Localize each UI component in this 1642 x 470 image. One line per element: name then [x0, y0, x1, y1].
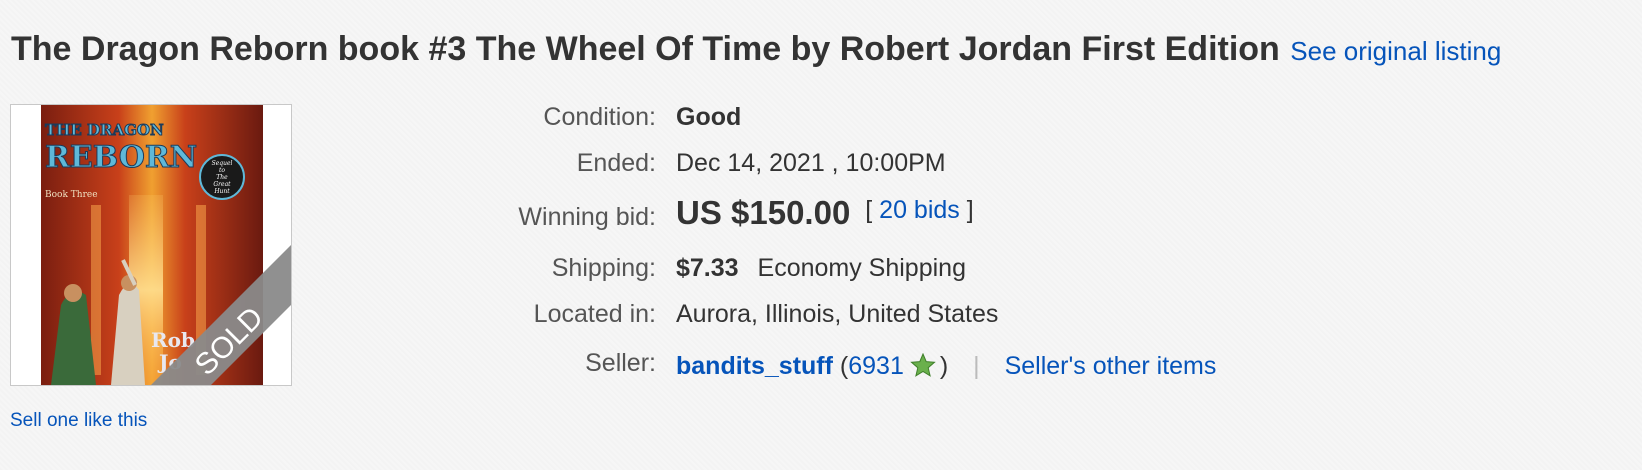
feedback-paren-open: (: [839, 352, 849, 380]
feedback-score-link[interactable]: 6931: [848, 352, 904, 380]
shipping-cost: $7.33: [676, 254, 739, 282]
shipping-value: $7.33 Economy Shipping: [676, 254, 966, 283]
sell-one-like-this-link[interactable]: Sell one like this: [10, 410, 147, 432]
winning-bid-value: US $150.00 [ 20 bids ]: [676, 194, 974, 232]
winning-bid-price: US $150.00: [676, 194, 851, 231]
seller-value: bandits_stuff (6931) | Seller's other it…: [676, 352, 1216, 384]
feedback-star-icon: [910, 352, 936, 384]
feedback-paren-close: ): [939, 352, 949, 380]
item-image[interactable]: THE DRAGON REBORN Sequel to The Great Hu…: [10, 104, 292, 386]
shipping-method: Economy Shipping: [757, 254, 966, 282]
bids-bracket-open: [: [865, 196, 873, 224]
condition-value: Good: [676, 103, 742, 131]
shipping-label: Shipping:: [551, 254, 656, 282]
see-original-listing-link[interactable]: See original listing: [1290, 36, 1501, 66]
winning-bid-label: Winning bid:: [518, 203, 656, 231]
seller-other-items-link[interactable]: Seller's other items: [1005, 352, 1217, 380]
ended-value: Dec 14, 2021 , 10:00PM: [676, 149, 946, 177]
seller-label: Seller:: [585, 349, 656, 377]
seller-separator: |: [973, 352, 980, 380]
condition-label: Condition:: [543, 103, 656, 131]
sequel-badge-text-4: Great: [213, 181, 231, 188]
book-cover-image: THE DRAGON REBORN Sequel to The Great Hu…: [11, 105, 291, 385]
bids-bracket-close: ]: [966, 196, 974, 224]
located-label: Located in:: [533, 300, 656, 328]
sequel-badge-text-5: Hunt: [213, 188, 230, 195]
ended-label: Ended:: [576, 149, 656, 177]
listing-title-row: The Dragon Reborn book #3 The Wheel Of T…: [11, 30, 1501, 69]
bid-history-link[interactable]: 20 bids: [879, 196, 960, 224]
cover-subtitle: Book Three: [45, 190, 98, 200]
located-value: Aurora, Illinois, United States: [676, 300, 999, 328]
seller-name-link[interactable]: bandits_stuff: [676, 352, 833, 380]
listing-title: The Dragon Reborn book #3 The Wheel Of T…: [11, 30, 1280, 68]
